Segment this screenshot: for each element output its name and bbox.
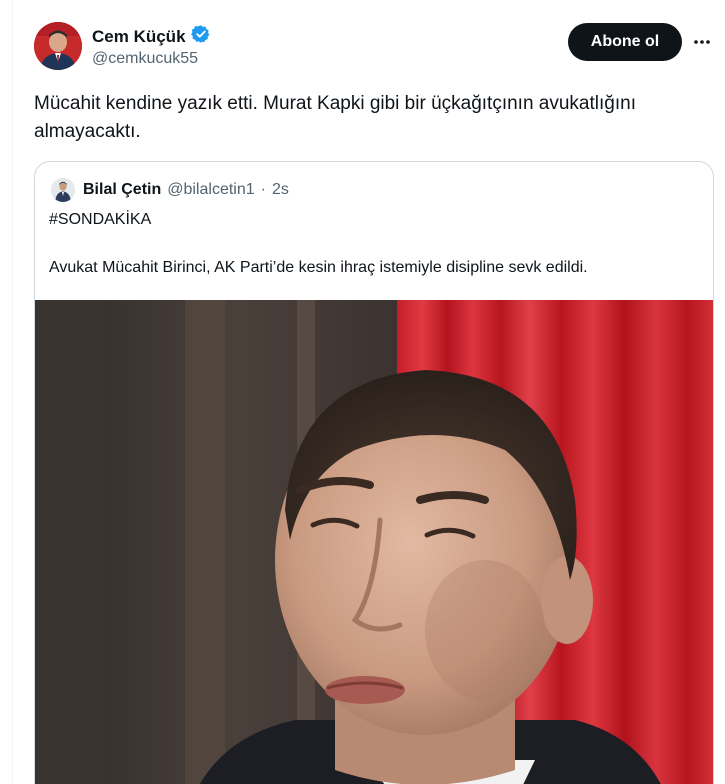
quoted-tweet-text: Avukat Mücahit Birinci, AK Parti’de kesi… [49,259,588,276]
tweet-text: Mücahit kendine yazık etti. Murat Kapki … [34,93,636,142]
author-display-name[interactable]: Cem Küçük [92,27,186,47]
subscribe-button[interactable]: Abone ol [568,23,682,61]
quoted-author-name[interactable]: Bilal Çetin [83,181,161,199]
quoted-author-avatar-image [51,178,75,202]
tweet-page: Cem Küçük @cemkucuk55 Abone ol Mücahit k… [0,0,725,784]
photo-image [35,300,713,784]
author-handle[interactable]: @cemkucuk55 [92,50,198,68]
more-dots-icon [694,40,710,44]
author-name-row[interactable]: Cem Küçük [92,24,211,49]
timeline-divider [12,0,13,784]
quoted-tweet-photo[interactable] [35,300,713,784]
verified-badge-icon [190,24,211,49]
quoted-timestamp[interactable]: 2s [272,181,289,199]
quoted-author-avatar[interactable] [51,178,75,202]
quoted-author-handle[interactable]: @bilalcetin1 [167,181,254,199]
quoted-tweet-card[interactable]: Bilal Çetin @bilalcetin1 · 2s #SONDAKİKA… [34,161,714,784]
author-avatar[interactable] [34,22,82,70]
quoted-separator: · [260,181,266,198]
quoted-tweet-header: Bilal Çetin @bilalcetin1 · 2s [51,178,289,202]
quoted-hashtag[interactable]: #SONDAKİKA [49,211,151,229]
author-avatar-image [34,22,82,70]
more-options-button[interactable] [690,30,714,54]
